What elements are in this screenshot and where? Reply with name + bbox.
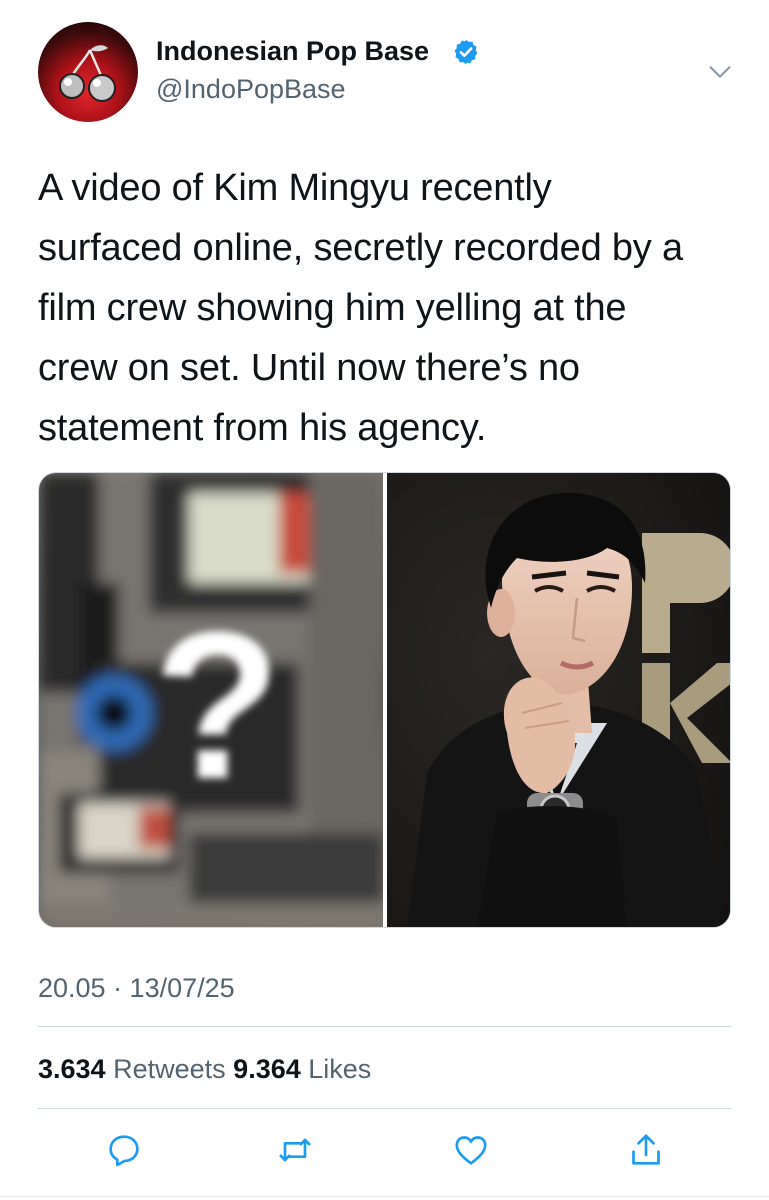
divider	[0, 1196, 769, 1197]
reply-icon[interactable]	[104, 1130, 144, 1170]
divider	[38, 1026, 731, 1027]
media-image-right[interactable]	[387, 473, 730, 927]
portrait-photo	[387, 473, 730, 927]
tweet-text-line: surfaced online, secretly recorded by a	[38, 227, 683, 269]
retweets-label[interactable]: Retweets	[113, 1054, 226, 1084]
retweets-count[interactable]: 3.634	[38, 1054, 106, 1084]
tweet-text: A video of Kim Mingyu recently surfaced …	[38, 158, 738, 458]
tweet-text-line: crew on set. Until now there’s no	[38, 347, 580, 389]
question-mark-icon: ?	[153, 588, 281, 823]
tweet-text-line: statement from his agency.	[38, 407, 487, 449]
tweet: Indonesian Pop Base @IndoPopBase A video…	[0, 0, 769, 1200]
retweet-icon[interactable]	[275, 1130, 315, 1170]
tweet-text-line: film crew showing him yelling at the	[38, 287, 627, 329]
media-grid: ?	[38, 472, 731, 928]
cherries-logo-icon	[59, 45, 116, 102]
handle[interactable]: @IndoPopBase	[156, 74, 346, 105]
share-icon[interactable]	[626, 1130, 666, 1170]
verified-badge-icon	[454, 39, 478, 65]
display-name[interactable]: Indonesian Pop Base	[156, 36, 429, 67]
media-image-left[interactable]: ?	[39, 473, 383, 927]
divider	[38, 1108, 731, 1109]
like-icon[interactable]	[451, 1130, 491, 1170]
tweet-stats: 3.634 Retweets 9.364 Likes	[38, 1054, 371, 1085]
question-mark-glyph: ?	[153, 588, 281, 823]
tweet-actions	[0, 1130, 769, 1174]
avatar[interactable]	[38, 22, 138, 122]
likes-count[interactable]: 9.364	[233, 1054, 301, 1084]
chevron-down-icon[interactable]	[706, 58, 734, 86]
tweet-timestamp[interactable]: 20.05 · 13/07/25	[38, 973, 235, 1004]
likes-label[interactable]: Likes	[308, 1054, 371, 1084]
blurred-set-photo: ?	[39, 473, 383, 927]
tweet-text-line: A video of Kim Mingyu recently	[38, 167, 552, 209]
